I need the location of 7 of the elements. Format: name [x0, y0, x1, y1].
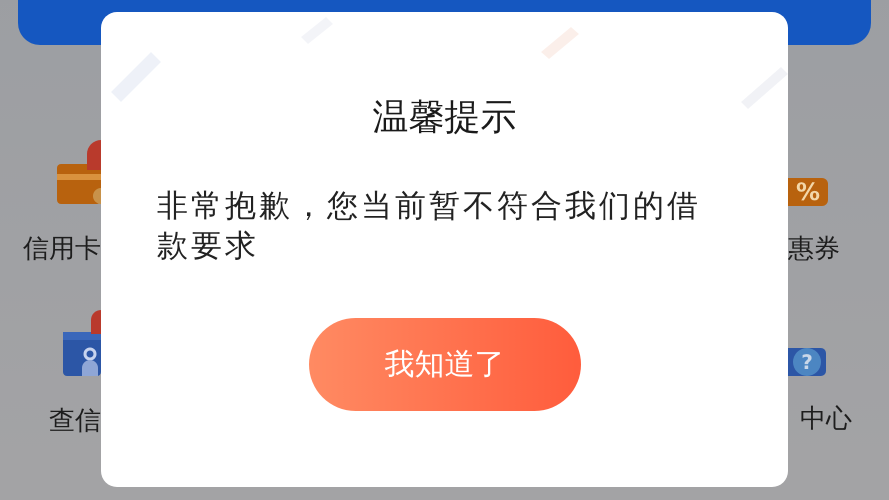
menu-label[interactable]: 惠券: [788, 234, 840, 264]
dialog-message: 非常抱歉，您当前暂不符合我们的借款要求: [156, 187, 702, 266]
menu-label[interactable]: 中心: [800, 404, 852, 434]
id-card-icon[interactable]: [63, 310, 101, 378]
menu-label[interactable]: 查信: [49, 406, 101, 436]
menu-label[interactable]: 信用卡: [23, 234, 101, 264]
dialog-title: 温馨提示: [372, 96, 516, 140]
